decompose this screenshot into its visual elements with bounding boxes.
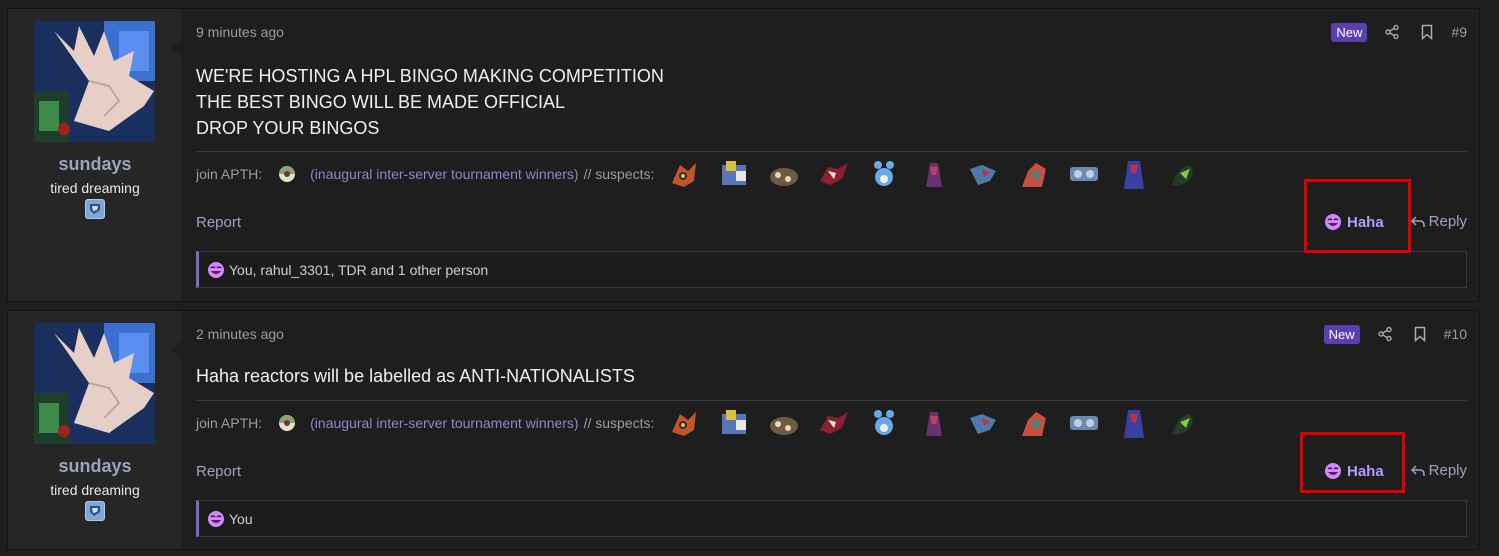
bookmark-icon[interactable] [1416,22,1438,42]
post-header-actions: New #10 [1323,324,1467,344]
reactions-summary[interactable]: You, rahul_3301, TDR and 1 other person [196,251,1467,288]
reply-button[interactable]: Reply [1410,213,1467,230]
reply-icon [1410,464,1425,476]
pokemon-sprite-icon [766,406,802,440]
pokemon-sprite-icon [716,157,752,191]
post-time[interactable]: 2 minutes ago [196,326,284,342]
post-main: 2 minutes ago New #10 Haha reactors will… [182,311,1479,549]
pokemon-sprite-icon [766,157,802,191]
pokeball-icon [276,412,298,434]
pokemon-sprite-icon [966,406,1002,440]
reactions-summary-text: You [229,510,253,527]
highlight-box [1300,432,1405,493]
bookmark-icon[interactable] [1409,324,1431,344]
sprite-list [666,157,1202,191]
user-cell: sundays tired dreaming [8,9,182,301]
reactions-summary-text: You, rahul_3301, TDR and 1 other person [229,261,489,278]
user-badge-icon [85,501,105,521]
post-actions: Report Haha Reply [196,210,1467,238]
reactions-summary[interactable]: You [196,500,1467,537]
pokemon-sprite-icon [916,406,952,440]
new-badge: New [1323,324,1360,344]
share-icon[interactable] [1381,22,1403,42]
sprite-list [666,406,1202,440]
pokemon-sprite-icon [1066,406,1102,440]
pokemon-sprite-icon [1166,406,1202,440]
avatar[interactable] [34,323,155,444]
signature-suffix: // suspects: [583,415,655,431]
pokemon-sprite-icon [1166,157,1202,191]
post-number[interactable]: #10 [1444,326,1467,342]
signature-divider [196,400,1467,401]
pokemon-sprite-icon [1016,157,1052,191]
reply-button[interactable]: Reply [1410,462,1467,479]
pokemon-sprite-icon [1066,157,1102,191]
reply-label: Reply [1428,213,1467,230]
post-body: Haha reactors will be labelled as ANTI-N… [196,363,635,389]
signature-prefix: join APTH: [196,166,263,182]
username[interactable]: sundays [8,154,182,175]
pokemon-sprite-icon [816,406,852,440]
user-title: tired dreaming [50,180,140,196]
signature-divider [196,151,1467,152]
haha-emoji-icon [207,510,225,528]
post-time[interactable]: 9 minutes ago [196,24,284,40]
post-body-line: Haha reactors will be labelled as ANTI-N… [196,366,635,386]
post-header-actions: New #9 [1331,22,1467,42]
post-body-line: THE BEST BINGO WILL BE MADE OFFICIAL [196,92,566,112]
avatar[interactable] [34,21,155,142]
pokemon-sprite-icon [816,157,852,191]
highlight-box [1304,179,1411,253]
pokemon-sprite-icon [1116,406,1152,440]
signature: join APTH: (inaugural inter-server tourn… [196,154,1467,194]
post-10: sundays tired dreaming 2 minutes ago New… [7,310,1480,550]
post-pointer [170,39,182,57]
pokemon-sprite-icon [1016,406,1052,440]
share-icon[interactable] [1374,324,1396,344]
username[interactable]: sundays [8,456,182,477]
pokeball-icon [276,163,298,185]
pokemon-sprite-icon [966,157,1002,191]
report-button[interactable]: Report [196,463,241,480]
pokemon-sprite-icon [666,406,702,440]
signature-link[interactable]: (inaugural inter-server tournament winne… [310,415,578,431]
post-body: WE'RE HOSTING A HPL BINGO MAKING COMPETI… [196,63,664,141]
pokemon-sprite-icon [866,157,902,191]
user-title: tired dreaming [50,482,140,498]
post-main: 9 minutes ago New #9 WE'RE HOSTING A HPL… [182,9,1479,301]
reply-icon [1410,215,1425,227]
signature: join APTH: (inaugural inter-server tourn… [196,403,1467,443]
haha-emoji-icon [207,261,225,279]
user-badge-icon [85,199,105,219]
post-9: sundays tired dreaming 9 minutes ago New… [7,8,1480,302]
post-actions: Report Haha Reply [196,459,1467,487]
user-cell: sundays tired dreaming [8,311,182,549]
pokemon-sprite-icon [916,157,952,191]
reply-label: Reply [1428,462,1467,479]
signature-suffix: // suspects: [583,166,655,182]
signature-link[interactable]: (inaugural inter-server tournament winne… [310,166,578,182]
pokemon-sprite-icon [666,157,702,191]
signature-prefix: join APTH: [196,415,263,431]
report-button[interactable]: Report [196,214,241,231]
post-number[interactable]: #9 [1451,24,1467,40]
new-badge: New [1331,22,1368,42]
pokemon-sprite-icon [1116,157,1152,191]
pokemon-sprite-icon [866,406,902,440]
post-body-line: DROP YOUR BINGOS [196,118,380,138]
post-body-line: WE'RE HOSTING A HPL BINGO MAKING COMPETI… [196,66,664,86]
pokemon-sprite-icon [716,406,752,440]
post-pointer [170,341,182,359]
